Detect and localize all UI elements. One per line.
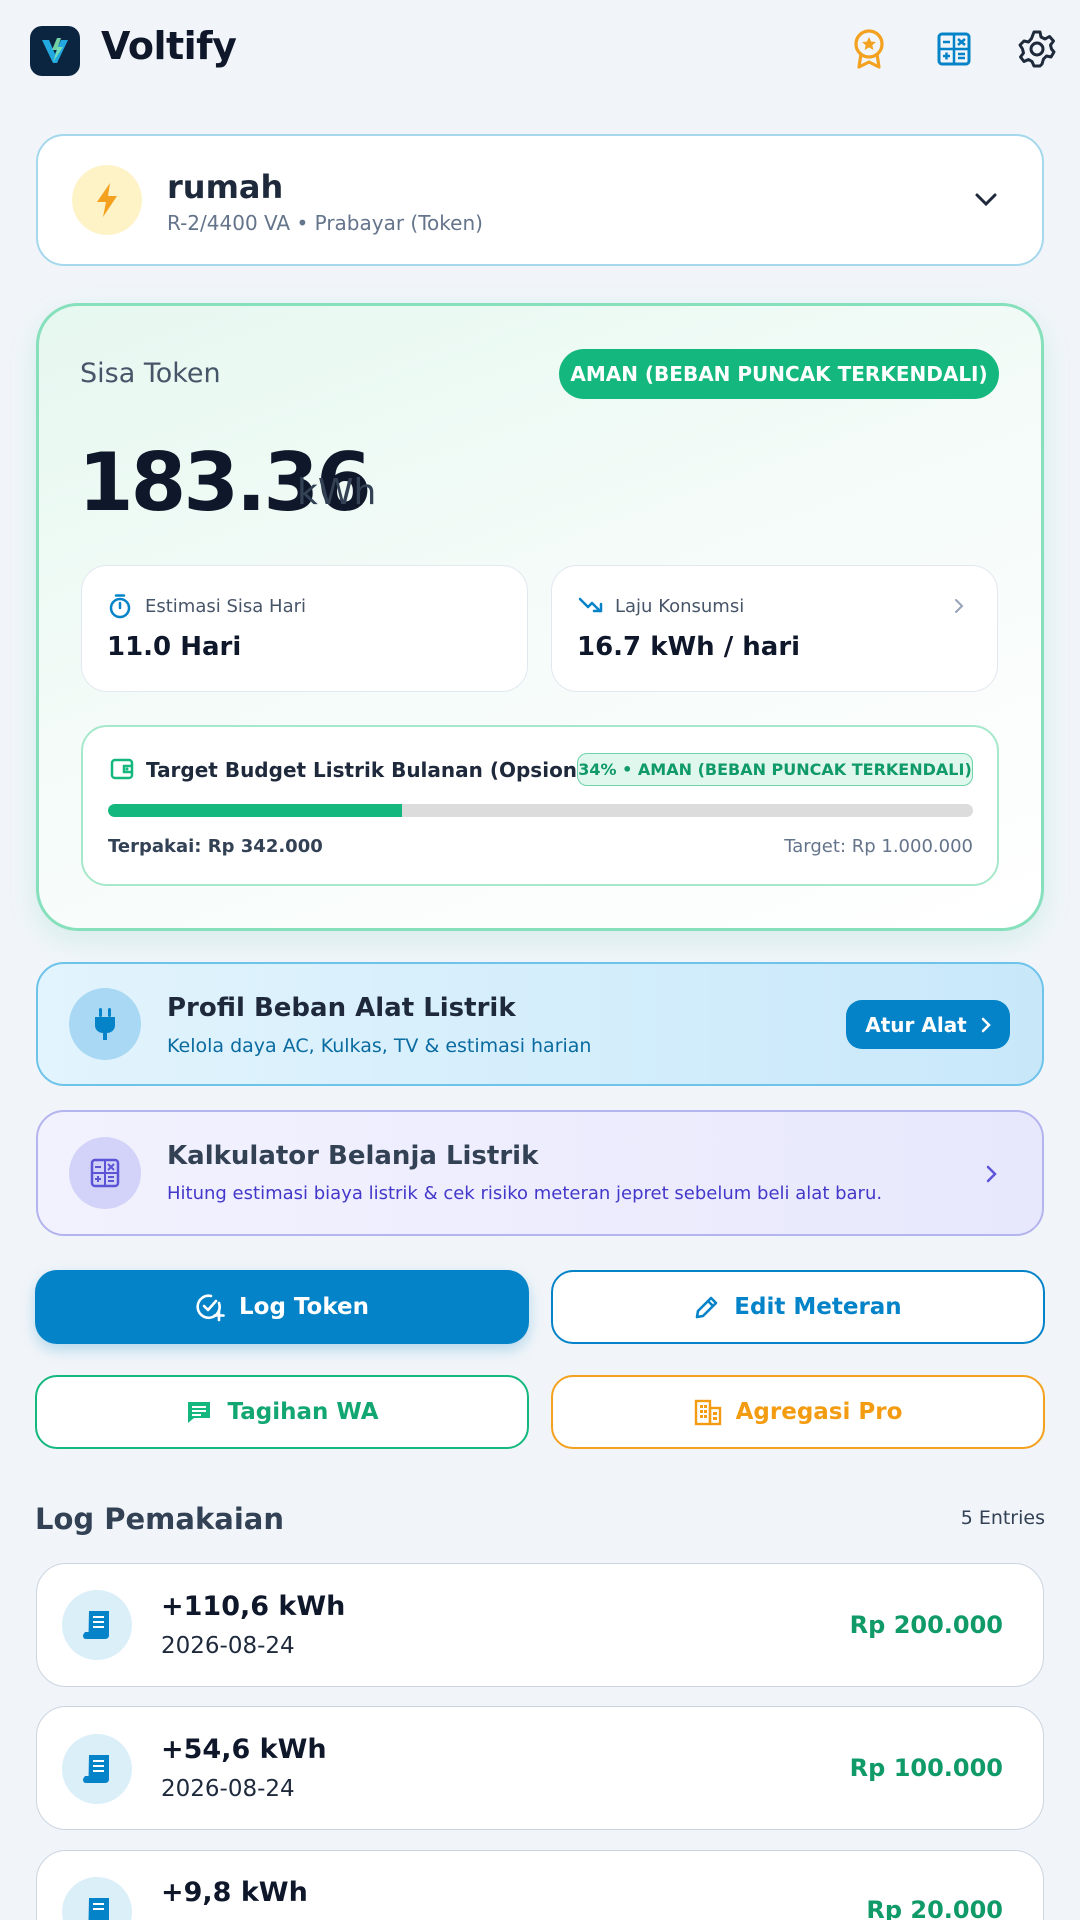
calculator-icon[interactable] [932, 27, 976, 71]
appliance-profile-title: Profil Beban Alat Listrik [167, 993, 516, 1023]
log-entry-kwh: +54,6 kWh [161, 1734, 327, 1765]
settings-gear-icon[interactable] [1015, 27, 1059, 71]
aggregate-pro-button[interactable]: Agregasi Pro [551, 1375, 1045, 1449]
appliance-profile-subtitle: Kelola daya AC, Kulkas, TV & estimasi ha… [167, 1035, 592, 1057]
app-header: Voltify [0, 0, 1080, 100]
token-unit: kWh [297, 472, 377, 513]
days-left-title: Estimasi Sisa Hari [145, 596, 306, 617]
receipt-icon [62, 1734, 132, 1804]
budget-progress-bar [108, 804, 973, 817]
log-entry-kwh: +9,8 kWh [161, 1877, 308, 1908]
manage-appliances-button[interactable]: Atur Alat [846, 1000, 1010, 1049]
meter-subtitle: R-2/4400 VA • Prabayar (Token) [167, 211, 483, 235]
calculator-subtitle: Hitung estimasi biaya listrik & cek risi… [167, 1183, 883, 1204]
log-entry-date: 2026-08-24 [161, 1776, 295, 1802]
edit-meter-label: Edit Meteran [734, 1294, 902, 1320]
usage-log-title: Log Pemakaian [35, 1502, 284, 1536]
log-entry-amount: Rp 100.000 [849, 1754, 1003, 1782]
bolt-icon [72, 165, 142, 235]
budget-title: Target Budget Listrik Bulanan (Opsional) [146, 758, 607, 782]
usage-log-count: 5 Entries [960, 1507, 1045, 1529]
pencil-icon [695, 1296, 718, 1319]
whatsapp-bill-label: Tagihan WA [227, 1399, 379, 1425]
consumption-rate-card[interactable] [551, 565, 998, 692]
chevron-right-icon [986, 1165, 998, 1187]
app-logo [30, 26, 80, 76]
budget-status-badge: 34% • AMAN (BEBAN PUNCAK TERKENDALI) [577, 753, 973, 786]
consumption-rate-value: 16.7 kWh / hari [577, 632, 801, 662]
calculator-title: Kalkulator Belanja Listrik [167, 1141, 539, 1171]
budget-progress-fill [108, 804, 403, 817]
aggregate-pro-label: Agregasi Pro [735, 1399, 903, 1425]
award-icon[interactable] [847, 27, 891, 71]
days-left-card [81, 565, 528, 692]
token-label: Sisa Token [80, 358, 221, 389]
days-left-value: 11.0 Hari [107, 632, 242, 662]
status-badge: AMAN (BEBAN PUNCAK TERKENDALI) [559, 349, 999, 399]
whatsapp-bill-button[interactable]: Tagihan WA [35, 1375, 529, 1449]
chevron-right-icon [981, 1017, 991, 1032]
manage-appliances-label: Atur Alat [865, 1012, 967, 1037]
trending-down-icon [578, 596, 604, 618]
receipt-icon [62, 1590, 132, 1660]
log-entry-date: 2026-08-24 [161, 1633, 295, 1659]
check-add-icon [196, 1294, 225, 1322]
budget-used: Terpakai: Rp 342.000 [108, 836, 323, 857]
consumption-rate-title: Laju Konsumsi [615, 596, 745, 617]
log-entry-kwh: +110,6 kWh [161, 1591, 346, 1622]
log-token-button[interactable]: Log Token [35, 1270, 529, 1344]
log-entry-amount: Rp 20.000 [866, 1896, 1003, 1920]
building-icon [694, 1399, 721, 1426]
log-token-label: Log Token [238, 1294, 369, 1320]
budget-target: Target: Rp 1.000.000 [784, 836, 973, 857]
log-entry-amount: Rp 200.000 [849, 1611, 1003, 1639]
edit-meter-button[interactable]: Edit Meteran [551, 1270, 1045, 1344]
plug-icon [69, 988, 141, 1060]
timer-icon [108, 593, 132, 623]
chevron-right-icon [953, 598, 965, 618]
meter-name: rumah [167, 168, 284, 206]
message-icon [188, 1402, 211, 1423]
wallet-icon [110, 758, 134, 784]
calculator-icon [69, 1137, 141, 1209]
chevron-down-icon[interactable] [968, 182, 1004, 218]
app-title: Voltify [101, 24, 237, 68]
shopping-calculator-card[interactable] [36, 1110, 1044, 1236]
